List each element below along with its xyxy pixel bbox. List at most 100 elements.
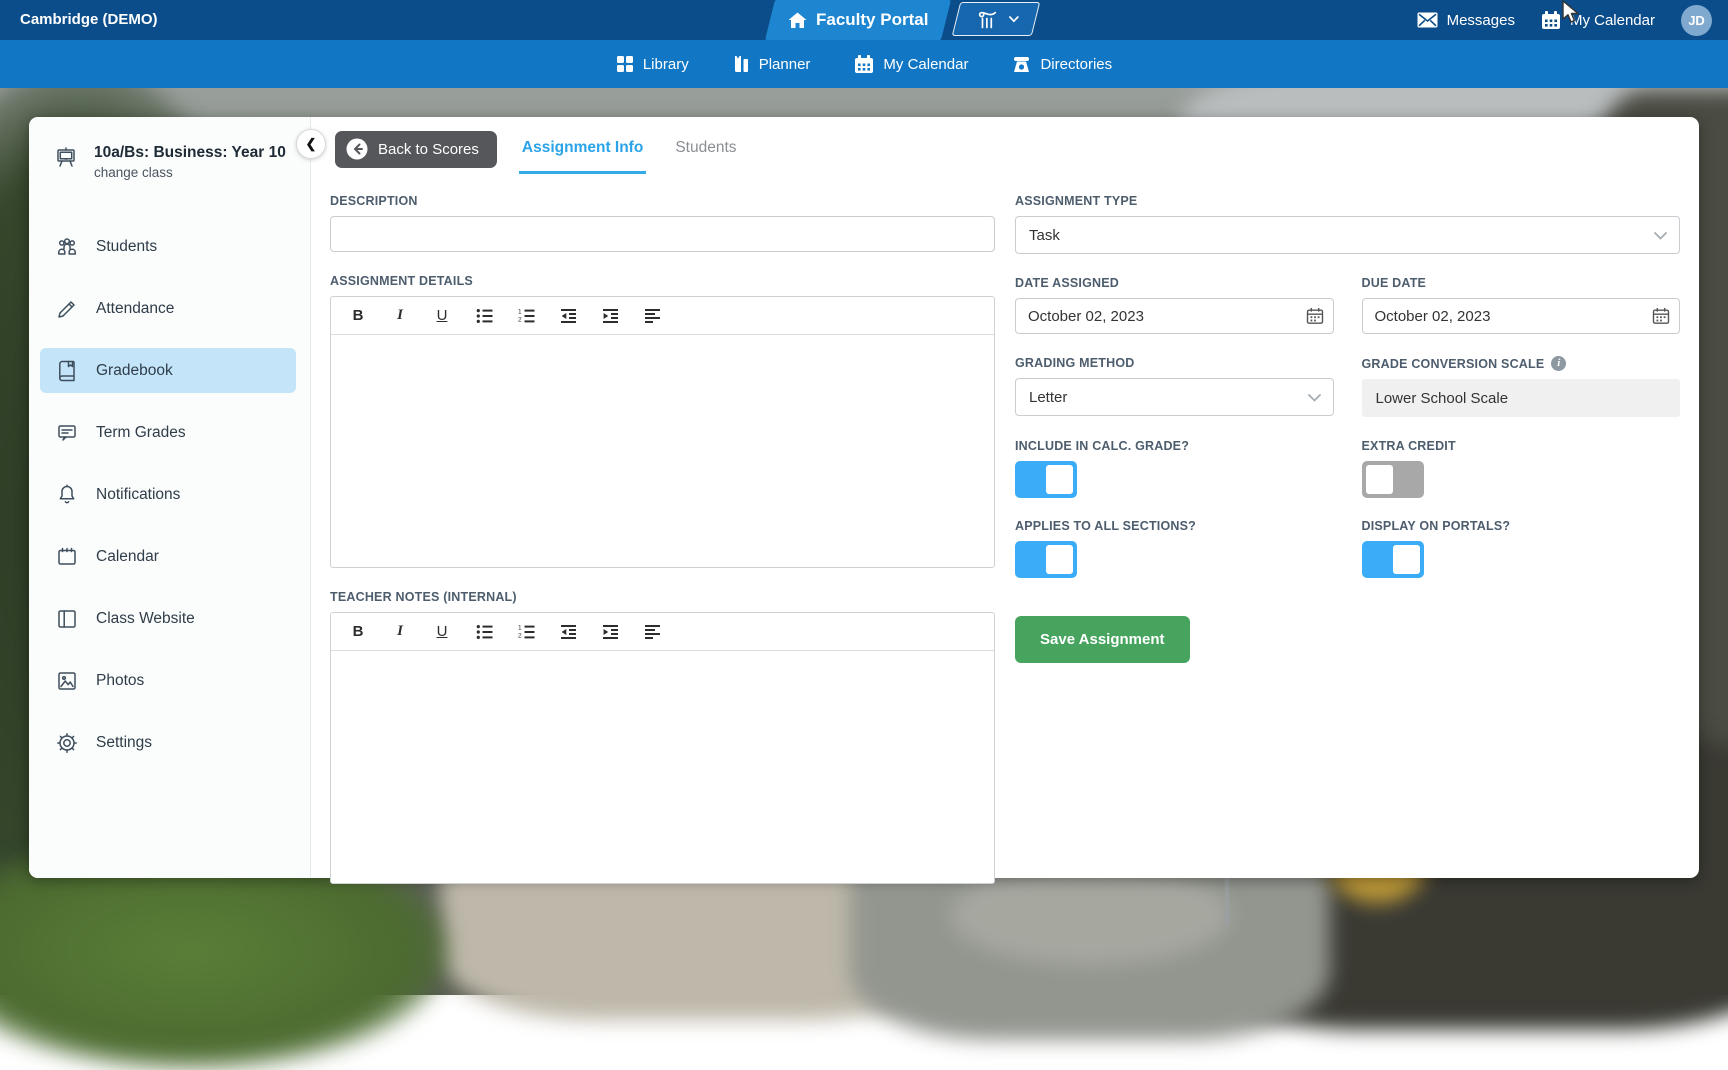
sidebar-item-label: Attendance — [96, 300, 174, 318]
chevron-down-icon — [1654, 232, 1667, 240]
teacher-notes-editor: B I U 12 — [330, 612, 995, 884]
top-bar: Cambridge (DEMO) Faculty Portal — [0, 0, 1728, 40]
teacher-notes-input[interactable] — [331, 651, 994, 883]
sidebar-item-attendance[interactable]: Attendance — [40, 286, 296, 331]
include-in-calc-grade-toggle[interactable] — [1015, 461, 1077, 498]
numbered-list-button[interactable]: 12 — [516, 305, 536, 327]
school-name: Cambridge (DEMO) — [20, 0, 158, 40]
sidebar-item-class-website[interactable]: Class Website — [40, 596, 296, 641]
chevron-down-icon — [1009, 16, 1019, 23]
sidebar-item-label: Calendar — [96, 548, 159, 566]
description-label: DESCRIPTION — [330, 194, 995, 208]
tab-assignment-info[interactable]: Assignment Info — [519, 124, 646, 174]
envelope-icon — [1417, 12, 1438, 28]
book-icon — [55, 359, 79, 383]
assignment-details-editor: B I U 12 — [330, 296, 995, 568]
field-display-on-portals: DISPLAY ON PORTALS? — [1362, 519, 1681, 578]
calendar-icon — [1541, 11, 1561, 30]
tab-students[interactable]: Students — [672, 124, 739, 174]
gear-icon — [55, 731, 79, 755]
planner-icon — [733, 55, 750, 73]
display-on-portals-toggle[interactable] — [1362, 541, 1424, 578]
top-right-group: Messages My Calendar JD — [1417, 0, 1712, 40]
grade-conversion-scale-value: Lower School Scale — [1362, 379, 1681, 417]
svg-text:1: 1 — [518, 624, 522, 631]
outdent-button[interactable] — [558, 305, 578, 327]
nav-item-planner[interactable]: Planner — [733, 55, 811, 73]
my-calendar-label: My Calendar — [1570, 12, 1655, 29]
content-header: Back to Scores Assignment Info Students — [330, 124, 1680, 174]
nav-item-directories[interactable]: Directories — [1012, 56, 1112, 73]
indent-button[interactable] — [600, 305, 620, 327]
my-calendar-button[interactable]: My Calendar — [1541, 11, 1655, 30]
back-to-scores-button[interactable]: Back to Scores — [335, 131, 497, 168]
sidebar-item-term-grades[interactable]: Term Grades — [40, 410, 296, 455]
portal-switcher-button[interactable] — [952, 2, 1040, 36]
outdent-button[interactable] — [558, 621, 578, 643]
indent-button[interactable] — [600, 621, 620, 643]
description-input[interactable] — [330, 216, 995, 252]
grade-conversion-scale-label-text: GRADE CONVERSION SCALE — [1362, 357, 1545, 371]
sidebar-item-notifications[interactable]: Notifications — [40, 472, 296, 517]
date-assigned-input[interactable] — [1015, 298, 1334, 334]
italic-button[interactable]: I — [390, 621, 410, 643]
nav-item-my-calendar[interactable]: My Calendar — [854, 55, 968, 74]
due-date-input[interactable] — [1362, 298, 1681, 334]
due-date-label: DUE DATE — [1362, 276, 1681, 290]
align-left-button[interactable] — [642, 305, 662, 327]
browser-icon — [55, 607, 79, 631]
user-avatar[interactable]: JD — [1681, 5, 1712, 36]
sidebar-item-label: Term Grades — [96, 424, 186, 442]
teacher-notes-label: TEACHER NOTES (INTERNAL) — [330, 590, 995, 604]
applies-to-all-sections-label: APPLIES TO ALL SECTIONS? — [1015, 519, 1334, 533]
extra-credit-label: EXTRA CREDIT — [1362, 439, 1681, 453]
bold-button[interactable]: B — [348, 621, 368, 643]
rich-text-toolbar: B I U 12 — [331, 613, 994, 651]
faculty-portal-tab[interactable]: Faculty Portal — [765, 0, 951, 40]
grade-conversion-scale-label: GRADE CONVERSION SCALE i — [1362, 356, 1681, 371]
messages-label: Messages — [1447, 12, 1515, 29]
italic-button[interactable]: I — [390, 305, 410, 327]
bullet-list-button[interactable] — [474, 621, 494, 643]
sidebar-item-students[interactable]: Students — [40, 224, 296, 269]
underline-button[interactable]: U — [432, 305, 452, 327]
align-left-button[interactable] — [642, 621, 662, 643]
assignment-type-select[interactable]: Task — [1015, 216, 1680, 254]
bell-icon — [55, 483, 79, 507]
toggle-knob — [1393, 545, 1420, 574]
bold-button[interactable]: B — [348, 305, 368, 327]
calendar-icon — [854, 55, 874, 74]
toggle-knob — [1366, 465, 1393, 494]
field-include-in-calc-grade: INCLUDE IN CALC. GRADE? — [1015, 439, 1334, 498]
chevron-down-icon — [1308, 394, 1321, 402]
applies-to-all-sections-toggle[interactable] — [1015, 541, 1077, 578]
sub-nav: Library Planner My Calendar Directories — [0, 40, 1728, 88]
sidebar-item-gradebook[interactable]: Gradebook — [40, 348, 296, 393]
messages-button[interactable]: Messages — [1417, 12, 1515, 29]
toggle-knob — [1046, 465, 1073, 494]
change-class-link[interactable]: change class — [94, 165, 286, 180]
sidebar-item-calendar[interactable]: Calendar — [40, 534, 296, 579]
nav-item-library[interactable]: Library — [616, 55, 689, 73]
rich-text-toolbar: B I U 12 — [331, 297, 994, 335]
save-assignment-button[interactable]: Save Assignment — [1015, 616, 1190, 663]
grading-method-select[interactable]: Letter — [1015, 378, 1334, 416]
main-card: 10a/Bs: Business: Year 10 change class S… — [29, 117, 1699, 878]
underline-button[interactable]: U — [432, 621, 452, 643]
bullet-list-button[interactable] — [474, 305, 494, 327]
numbered-list-button[interactable]: 12 — [516, 621, 536, 643]
nav-label: Library — [643, 56, 689, 73]
assignment-details-input[interactable] — [331, 335, 994, 567]
svg-text:1: 1 — [518, 308, 522, 315]
sidebar-item-photos[interactable]: Photos — [40, 658, 296, 703]
sidebar-collapse-button[interactable]: ❮ — [296, 129, 326, 159]
extra-credit-toggle[interactable] — [1362, 461, 1424, 498]
info-icon[interactable]: i — [1551, 356, 1566, 371]
svg-text:2: 2 — [518, 632, 522, 639]
assignment-details-label: ASSIGNMENT DETAILS — [330, 274, 995, 288]
comment-icon — [55, 421, 79, 445]
grading-method-label: GRADING METHOD — [1015, 356, 1334, 370]
sidebar-item-settings[interactable]: Settings — [40, 720, 296, 765]
assignment-form: DESCRIPTION ASSIGNMENT DETAILS B I U 12 — [330, 174, 1680, 906]
portal-header-group: Faculty Portal — [770, 0, 1036, 40]
